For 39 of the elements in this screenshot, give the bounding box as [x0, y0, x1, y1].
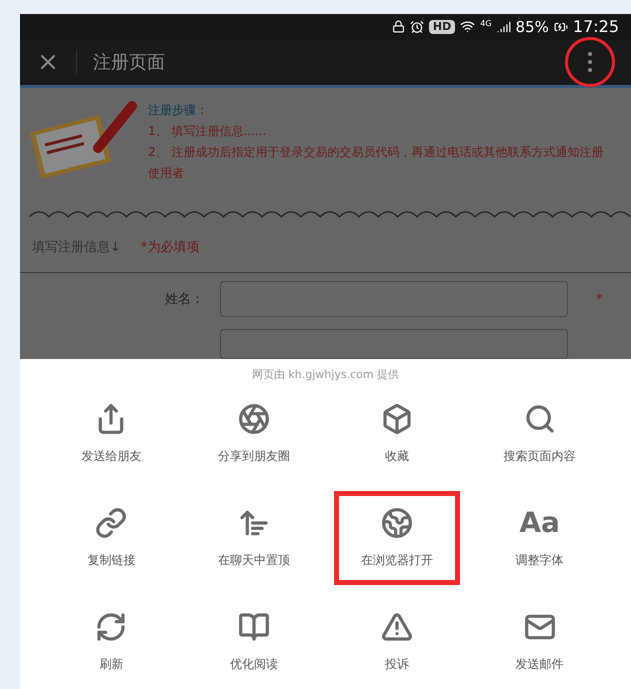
search-icon — [524, 403, 556, 435]
signal-icon — [496, 20, 511, 34]
wifi-icon — [460, 19, 476, 34]
menu-item[interactable]: 投诉 — [334, 595, 460, 689]
menu-item[interactable]: Aa 调整字体 — [476, 491, 603, 585]
book-icon — [238, 611, 270, 643]
menu-item[interactable]: 收藏 — [334, 387, 460, 481]
menu-item[interactable]: 刷新 — [48, 595, 175, 689]
field-label: 姓名： — [164, 290, 205, 309]
step-text: 1、 填写注册信息...... — [148, 122, 268, 140]
warning-icon — [380, 611, 413, 643]
link-icon — [95, 507, 128, 539]
step-text: 2、 注册成功后指定用于登录交易的交易员代码，再通过电话或其他联系方式通知注册使用者 — [148, 144, 604, 182]
alarm-icon — [410, 20, 424, 34]
steps-title: 注册步骤： — [148, 102, 209, 119]
menu-item[interactable]: 在聊天中置顶 — [190, 491, 318, 585]
hd-badge: HD — [428, 20, 456, 34]
refresh-icon — [95, 611, 128, 643]
network-type: 4G — [480, 18, 492, 30]
lock-icon — [392, 20, 405, 34]
font-size-icon: Aa — [519, 507, 560, 539]
menu-item[interactable]: 发送给朋友 — [48, 387, 175, 481]
required-mark: * — [596, 290, 602, 309]
aperture-icon — [238, 403, 270, 435]
menu-item[interactable]: 发送邮件 — [476, 595, 603, 689]
required-note: *为必填项 — [140, 238, 200, 257]
provider-note: 网页由 kh.gjwhjys.com 提供 — [250, 366, 400, 382]
name-input[interactable] — [220, 281, 568, 318]
menu-item[interactable]: 在浏览器打开 — [334, 491, 460, 585]
cube-icon — [380, 403, 413, 435]
globe-icon — [380, 507, 413, 539]
menu-item[interactable]: 复制链接 — [48, 491, 175, 585]
page-title: 注册页面 — [93, 50, 166, 75]
menu-item[interactable]: 搜索页面内容 — [476, 387, 603, 481]
clock: 17:25 — [572, 16, 619, 38]
input-field[interactable] — [220, 329, 568, 358]
menu-item[interactable]: 分享到朋友圈 — [190, 387, 318, 481]
battery-percent: 85% — [516, 16, 549, 38]
menu-item[interactable]: 优化阅读 — [190, 595, 318, 689]
